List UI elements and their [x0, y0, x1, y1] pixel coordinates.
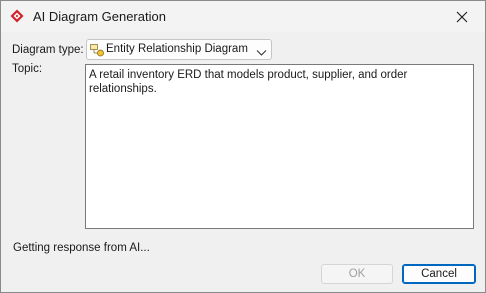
window-title: AI Diagram Generation: [33, 9, 166, 24]
erd-icon: [90, 43, 105, 57]
ok-button[interactable]: OK: [321, 264, 393, 284]
visual-paradigm-logo-icon: [10, 9, 24, 23]
diagram-type-dropdown[interactable]: Entity Relationship Diagram: [86, 39, 272, 60]
close-button[interactable]: [439, 1, 485, 32]
dialog-window: AI Diagram Generation Diagram type: Enti…: [0, 0, 486, 293]
topic-label: Topic:: [12, 63, 43, 75]
cancel-button[interactable]: Cancel: [402, 264, 476, 284]
topic-textarea[interactable]: A retail inventory ERD that models produ…: [85, 64, 474, 229]
close-icon: [456, 11, 468, 23]
diagram-type-value: Entity Relationship Diagram: [106, 43, 248, 55]
title-bar[interactable]: AI Diagram Generation: [1, 1, 485, 32]
diagram-type-label: Diagram type:: [12, 44, 84, 56]
status-text: Getting response from AI...: [13, 242, 150, 254]
chevron-down-icon: [256, 46, 267, 56]
